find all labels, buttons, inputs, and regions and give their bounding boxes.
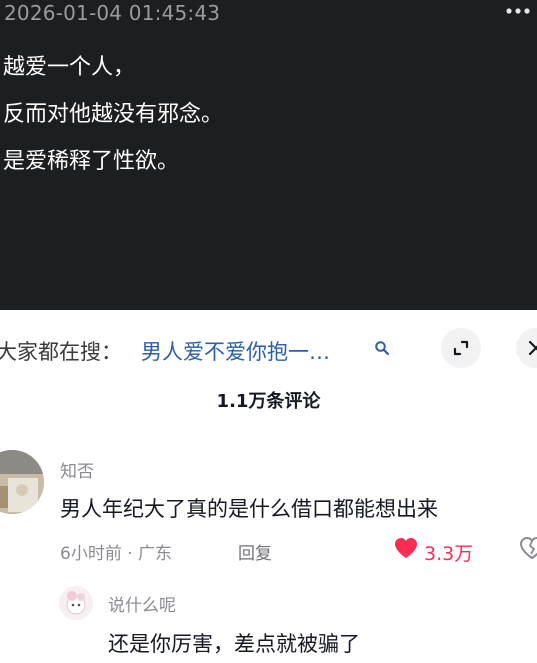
reply-text: 还是你厉害，差点就被骗了 [108, 632, 360, 656]
trending-search-bar[interactable]: 大家都在搜： 男人爱不爱你抱一… [0, 328, 537, 368]
search-icon[interactable] [374, 340, 390, 356]
more-dots-icon[interactable] [505, 4, 531, 18]
app-root: 2026-01-04 01:45:43 越爱一个人， 反而对他越没有邪念。 是爱… [0, 0, 537, 663]
reply-avatar[interactable] [59, 586, 93, 620]
caption-line: 反而对他越没有邪念。 [3, 102, 224, 127]
caption-line: 是爱稀释了性欲。 [3, 149, 180, 174]
reply-button[interactable]: 回复 [238, 539, 272, 564]
like-count: 3.3万 [424, 543, 474, 565]
comment-text: 男人年纪大了真的是什么借口都能想出来 [60, 497, 438, 521]
reply-avatar-image [59, 586, 93, 620]
avatar-image [0, 450, 44, 514]
comment-sheet: 大家都在搜： 男人爱不爱你抱一… 1.1万条评论 知否 男人年纪大了真的是什么借… [0, 310, 537, 663]
comment-meta: 6小时前 · 广东 [60, 544, 173, 564]
close-icon [528, 340, 537, 356]
comment-count: 1.1万条评论 [216, 391, 321, 412]
search-query-link[interactable]: 男人爱不爱你抱一… [141, 336, 330, 366]
expand-button[interactable] [441, 328, 481, 368]
expand-icon [453, 340, 469, 356]
search-prefix-label: 大家都在搜： [0, 340, 122, 364]
comment-username[interactable]: 知否 [60, 457, 94, 482]
video-player[interactable]: 2026-01-04 01:45:43 越爱一个人， 反而对他越没有邪念。 是爱… [0, 0, 537, 310]
close-button[interactable] [516, 328, 537, 368]
caption-line: 越爱一个人， [3, 55, 136, 80]
heart-filled-icon[interactable] [393, 536, 419, 560]
reply-username[interactable]: 说什么呢 [108, 591, 176, 616]
avatar[interactable] [0, 450, 44, 514]
dislike-icon[interactable] [519, 536, 537, 560]
video-timestamp: 2026-01-04 01:45:43 [4, 1, 221, 25]
